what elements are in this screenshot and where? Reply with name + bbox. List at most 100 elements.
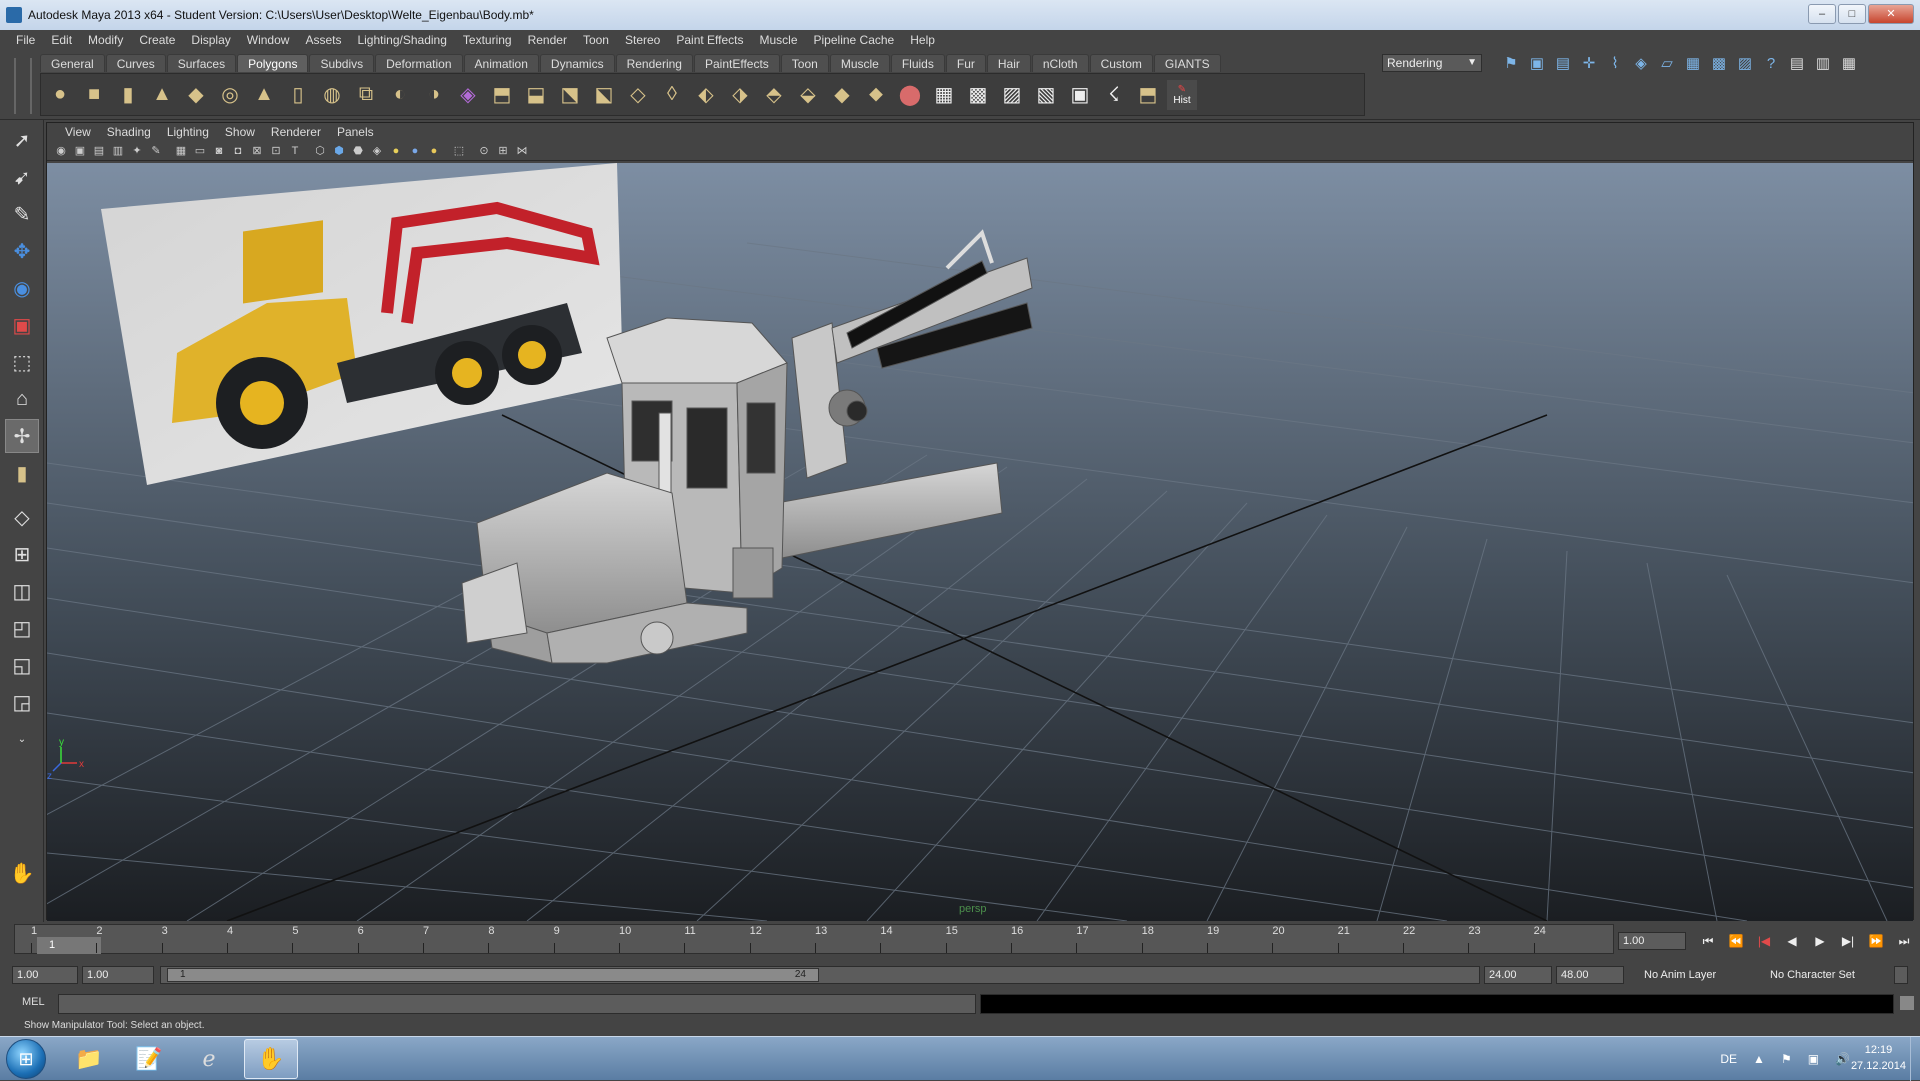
shelf-tab-ncloth[interactable]: nCloth bbox=[1031, 54, 1089, 72]
menu-pipeline-cache[interactable]: Pipeline Cache bbox=[806, 33, 903, 47]
split-polygon-icon[interactable]: ⬕ bbox=[589, 80, 619, 110]
move-tool-icon[interactable]: ✥ bbox=[5, 234, 39, 268]
transfer-attributes-icon[interactable]: ☇ bbox=[1099, 80, 1129, 110]
wedge-icon[interactable]: ⬘ bbox=[759, 80, 789, 110]
system-clock[interactable]: 12:19 27.12.2014 bbox=[1851, 1042, 1906, 1074]
step-forward-key-icon[interactable]: ⏩ bbox=[1866, 932, 1886, 950]
range-slider-thumb[interactable]: 1 24 bbox=[167, 968, 819, 982]
two-d-pan-zoom-icon[interactable]: ✦ bbox=[129, 143, 145, 159]
shelf-tab-toon[interactable]: Toon bbox=[780, 54, 829, 72]
shelf-tab-rendering[interactable]: Rendering bbox=[615, 54, 693, 72]
film-gate-icon[interactable]: ▭ bbox=[192, 143, 208, 159]
use-default-lighting-icon[interactable]: ● bbox=[388, 143, 404, 159]
hud-icon[interactable]: ⋈ bbox=[514, 143, 530, 159]
shelf-tab-animation[interactable]: Animation bbox=[463, 54, 539, 72]
hypershade-layout-icon[interactable]: ◱ bbox=[5, 648, 39, 682]
close-button[interactable]: ✕ bbox=[1868, 4, 1914, 24]
select-tool-icon[interactable]: ➚ bbox=[5, 123, 39, 157]
menu-texturing[interactable]: Texturing bbox=[455, 33, 520, 47]
persp-graph-layout-icon[interactable]: ◰ bbox=[5, 611, 39, 645]
step-back-frame-icon[interactable]: |◀ bbox=[1754, 932, 1774, 950]
time-slider-track[interactable]: 1 1 2 3 4 5 6 7 8 9 10 11 12 13 14 15 16 17 18 19 20 21 22 23 2… bbox=[14, 924, 1614, 954]
bridge-icon[interactable]: ⬓ bbox=[521, 80, 551, 110]
planar-mapping-icon[interactable]: ▦ bbox=[929, 80, 959, 110]
shelf-tab-dynamics[interactable]: Dynamics bbox=[539, 54, 615, 72]
separate-icon[interactable]: ◐ bbox=[385, 80, 415, 110]
safe-title-icon[interactable]: T bbox=[287, 143, 303, 159]
anim-end-field[interactable]: 48.00 bbox=[1556, 966, 1624, 984]
panel-menu-panels[interactable]: Panels bbox=[329, 125, 382, 139]
panel-menu-show[interactable]: Show bbox=[217, 125, 263, 139]
shelf-handle[interactable] bbox=[14, 58, 32, 114]
file-explorer-icon[interactable]: 📁 bbox=[62, 1039, 116, 1079]
poly-torus-icon[interactable]: ◎ bbox=[215, 80, 245, 110]
smooth-icon[interactable]: ◈ bbox=[453, 80, 483, 110]
shelf-tab-giants[interactable]: GIANTS bbox=[1153, 54, 1221, 72]
menu-lighting-shading[interactable]: Lighting/Shading bbox=[349, 33, 454, 47]
shelf-tab-subdivs[interactable]: Subdivs bbox=[309, 54, 375, 72]
minimize-button[interactable]: – bbox=[1808, 4, 1836, 24]
uv-texture-editor-icon[interactable]: ▣ bbox=[1065, 80, 1095, 110]
bookmarks-icon[interactable]: ▤ bbox=[91, 143, 107, 159]
insert-edge-loop-icon[interactable]: ◇ bbox=[623, 80, 653, 110]
shelf-tab-polygons[interactable]: Polygons bbox=[237, 54, 309, 72]
channel-box-icon[interactable]: ▦ bbox=[1838, 52, 1860, 74]
poke-icon[interactable]: ⬙ bbox=[793, 80, 823, 110]
internet-explorer-icon[interactable]: ℯ bbox=[182, 1039, 236, 1079]
camera-attributes-icon[interactable]: ▣ bbox=[72, 143, 88, 159]
safe-action-icon[interactable]: ⊡ bbox=[268, 143, 284, 159]
mel-command-input[interactable] bbox=[58, 994, 976, 1014]
show-manipulator-tool-icon[interactable]: ✢ bbox=[5, 419, 39, 453]
menu-help[interactable]: Help bbox=[902, 33, 943, 47]
menu-stereo[interactable]: Stereo bbox=[617, 33, 668, 47]
window-title-bar[interactable]: Autodesk Maya 2013 x64 - Student Version… bbox=[0, 0, 1920, 30]
paint-select-tool-icon[interactable]: ✎ bbox=[5, 197, 39, 231]
wireframe-icon[interactable]: ⬡ bbox=[312, 143, 328, 159]
menu-create[interactable]: Create bbox=[131, 33, 183, 47]
play-forwards-icon[interactable]: ▶ bbox=[1810, 932, 1830, 950]
persp-outliner-layout-icon[interactable]: ◫ bbox=[5, 574, 39, 608]
poly-sphere-icon[interactable]: ● bbox=[45, 80, 75, 110]
language-indicator[interactable]: DE bbox=[1720, 1052, 1737, 1066]
grid-icon[interactable]: ▦ bbox=[173, 143, 189, 159]
reduce-icon[interactable]: ◆ bbox=[827, 80, 857, 110]
bevel-icon[interactable]: ⬖ bbox=[691, 80, 721, 110]
automatic-mapping-icon[interactable]: ▧ bbox=[1031, 80, 1061, 110]
shelf-tab-general[interactable]: General bbox=[40, 54, 105, 72]
ipr-render-icon[interactable]: ▨ bbox=[1734, 52, 1756, 74]
select-by-hierarchy-icon[interactable]: ⚑ bbox=[1500, 52, 1522, 74]
panel-menu-lighting[interactable]: Lighting bbox=[159, 125, 217, 139]
menu-set-dropdown[interactable]: Rendering ▼ bbox=[1382, 54, 1482, 72]
viewport-panel[interactable]: View Shading Lighting Show Renderer Pane… bbox=[46, 122, 1914, 921]
shadows-icon[interactable]: ● bbox=[407, 143, 423, 159]
boolean-icon[interactable]: ◑ bbox=[419, 80, 449, 110]
layout-uvs-icon[interactable]: ⬒ bbox=[1133, 80, 1163, 110]
quick-layout-icon[interactable]: ✋ bbox=[5, 856, 39, 890]
menu-muscle[interactable]: Muscle bbox=[752, 33, 806, 47]
scale-tool-icon[interactable]: ▣ bbox=[5, 308, 39, 342]
maximize-button[interactable]: □ bbox=[1838, 4, 1866, 24]
script-language-label[interactable]: MEL bbox=[22, 996, 45, 1008]
panel-menu-shading[interactable]: Shading bbox=[99, 125, 159, 139]
shelf-tab-curves[interactable]: Curves bbox=[105, 54, 166, 72]
attribute-editor-icon[interactable]: ▤ bbox=[1786, 52, 1808, 74]
playback-end-field[interactable]: 24.00 bbox=[1484, 966, 1552, 984]
action-center-flag-icon[interactable]: ⚑ bbox=[1781, 1052, 1792, 1066]
shelf-tab-custom[interactable]: Custom bbox=[1089, 54, 1153, 72]
history-icon[interactable]: ✎ Hist bbox=[1167, 79, 1197, 110]
perspective-scene[interactable]: y x z persp bbox=[47, 163, 1913, 921]
panel-menu-renderer[interactable]: Renderer bbox=[263, 125, 329, 139]
shelf-tab-muscle[interactable]: Muscle bbox=[829, 54, 890, 72]
menu-render[interactable]: Render bbox=[520, 33, 575, 47]
last-tool-used-icon[interactable]: ▮ bbox=[5, 456, 39, 490]
poly-soccer-ball-icon[interactable]: ◍ bbox=[317, 80, 347, 110]
show-hidden-icons-icon[interactable]: ▲ bbox=[1753, 1052, 1765, 1066]
animation-preferences-icon[interactable] bbox=[1894, 966, 1908, 984]
ambient-occlusion-icon[interactable]: ● bbox=[426, 143, 442, 159]
maya-taskbar-icon[interactable]: ✋ bbox=[244, 1039, 298, 1079]
poly-cone-icon[interactable]: ▲ bbox=[147, 80, 177, 110]
smooth-shade-icon[interactable]: ⬢ bbox=[331, 143, 347, 159]
resolution-gate-icon[interactable]: ◙ bbox=[211, 143, 227, 159]
cylindrical-mapping-icon[interactable]: ▩ bbox=[963, 80, 993, 110]
character-set-dropdown[interactable]: No Character Set bbox=[1756, 966, 1886, 984]
